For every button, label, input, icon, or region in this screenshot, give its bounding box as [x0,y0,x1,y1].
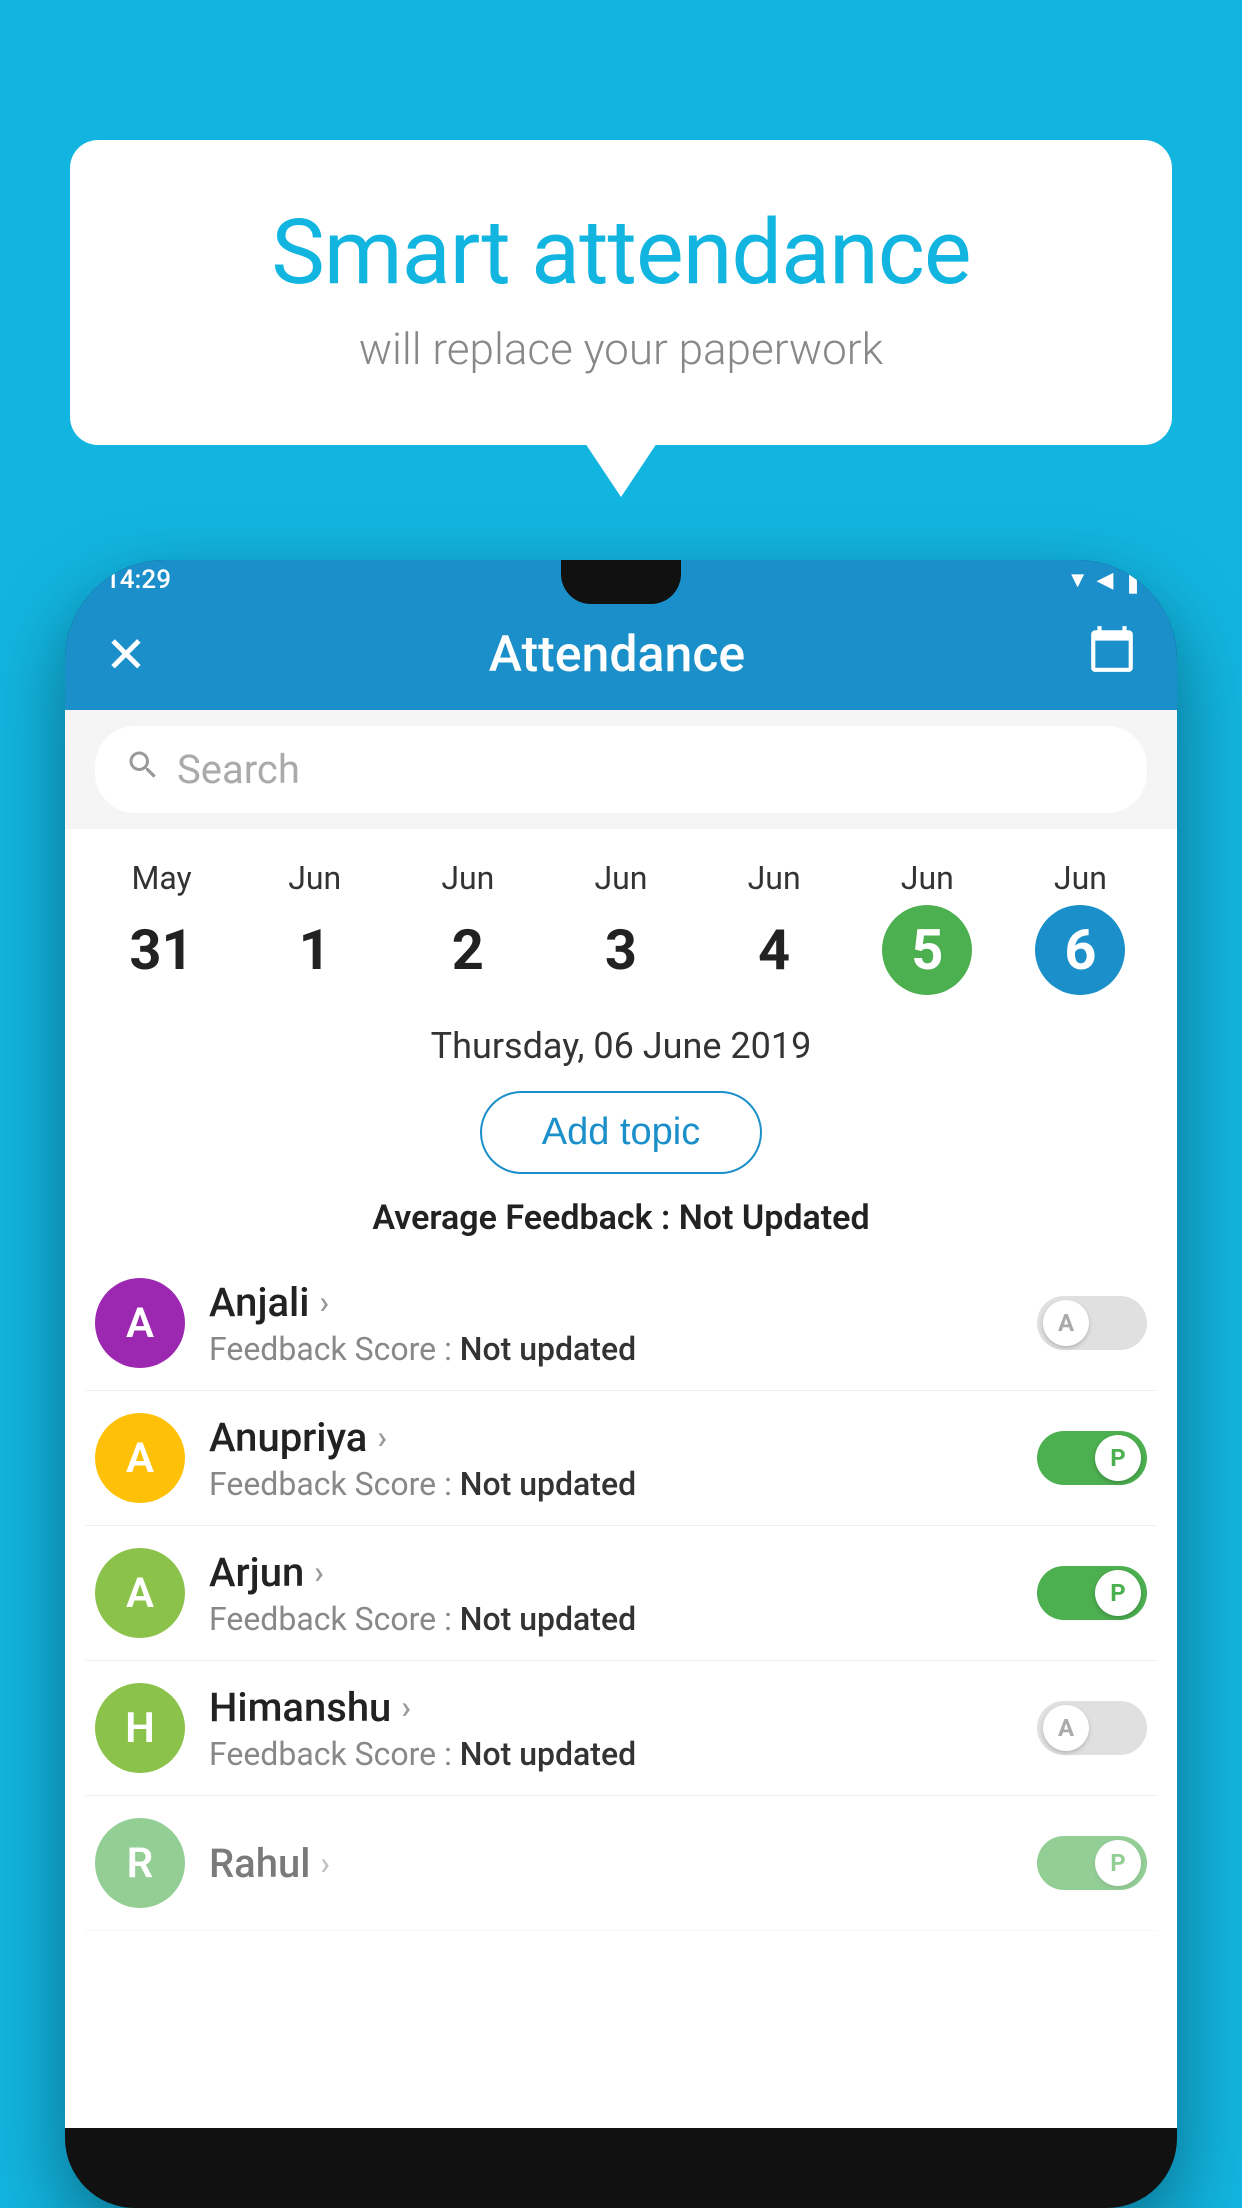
student-feedback-anjali: Feedback Score : Not updated [209,1330,1013,1368]
avatar-arjun: A [95,1548,185,1638]
speech-bubble: Smart attendance will replace your paper… [70,140,1172,445]
calendar-icon[interactable] [1087,624,1137,687]
selected-date: Thursday, 06 June 2019 [65,1005,1177,1081]
student-info-himanshu: Himanshu › Feedback Score : Not updated [209,1684,1013,1773]
chevron-right-icon: › [319,1283,329,1321]
app-bar: ✕ Attendance [65,600,1177,710]
avatar-rahul: R [95,1818,185,1908]
student-feedback-anupriya: Feedback Score : Not updated [209,1465,1013,1503]
calendar-row: May 31 Jun 1 Jun 2 Jun 3 Jun 4 [65,829,1177,1005]
student-info-anupriya: Anupriya › Feedback Score : Not updated [209,1414,1013,1503]
student-name-arjun: Arjun › [209,1549,1013,1596]
signal-icon: ◀ [1096,568,1113,593]
battery-icon: ▐ [1121,567,1137,593]
wifi-icon: ▼ [1067,567,1089,593]
phone-content: Search May 31 Jun 1 Jun 2 Jun [65,710,1177,2128]
search-bar-container: Search [65,710,1177,829]
search-icon [125,747,161,792]
cal-item-jun1[interactable]: Jun 1 [270,859,360,995]
cal-item-may31[interactable]: May 31 [117,859,207,995]
cal-item-jun2[interactable]: Jun 2 [423,859,513,995]
status-time: 14:29 [105,565,171,595]
avatar-anupriya: A [95,1413,185,1503]
student-item-anupriya[interactable]: A Anupriya › Feedback Score : Not update… [85,1391,1157,1526]
student-name-anjali: Anjali › [209,1279,1013,1326]
avatar-himanshu: H [95,1683,185,1773]
cal-item-jun5[interactable]: Jun 5 [882,859,972,995]
student-name-anupriya: Anupriya › [209,1414,1013,1461]
add-topic-button[interactable]: Add topic [480,1091,762,1174]
toggle-anjali[interactable]: A [1037,1296,1147,1350]
chevron-right-icon: › [314,1553,324,1591]
status-icons: ▼ ◀ ▐ [1067,567,1137,593]
app-bar-title: Attendance [489,626,746,684]
toggle-himanshu[interactable]: A [1037,1701,1147,1755]
toggle-rahul[interactable]: P [1037,1836,1147,1890]
bubble-subtext: will replace your paperwork [150,323,1092,375]
student-info-rahul: Rahul › [209,1840,1013,1887]
avg-feedback-label: Average Feedback : [372,1198,678,1238]
student-feedback-himanshu: Feedback Score : Not updated [209,1735,1013,1773]
student-item-arjun[interactable]: A Arjun › Feedback Score : Not updated P [85,1526,1157,1661]
search-bar[interactable]: Search [95,726,1147,813]
toggle-arjun[interactable]: P [1037,1566,1147,1620]
bubble-heading: Smart attendance [150,200,1092,305]
phone-notch [561,560,681,604]
avatar-anjali: A [95,1278,185,1368]
avg-feedback: Average Feedback : Not Updated [65,1192,1177,1256]
cal-item-jun6[interactable]: Jun 6 [1035,859,1125,995]
background: Smart attendance will replace your paper… [0,0,1242,2208]
phone-frame: 14:29 ▼ ◀ ▐ ✕ Attendance [65,560,1177,2208]
speech-bubble-container: Smart attendance will replace your paper… [70,140,1172,445]
student-info-anjali: Anjali › Feedback Score : Not updated [209,1279,1013,1368]
chevron-right-icon: › [377,1418,387,1456]
student-name-himanshu: Himanshu › [209,1684,1013,1731]
student-item-anjali[interactable]: A Anjali › Feedback Score : Not updated … [85,1256,1157,1391]
search-input[interactable]: Search [177,746,300,793]
chevron-right-icon: › [401,1688,411,1726]
student-list: A Anjali › Feedback Score : Not updated … [65,1256,1177,1931]
toggle-anupriya[interactable]: P [1037,1431,1147,1485]
cal-item-jun3[interactable]: Jun 3 [576,859,666,995]
student-name-rahul: Rahul › [209,1840,1013,1887]
close-button[interactable]: ✕ [105,626,147,685]
student-feedback-arjun: Feedback Score : Not updated [209,1600,1013,1638]
avg-feedback-value: Not Updated [679,1198,870,1238]
student-item-rahul[interactable]: R Rahul › P [85,1796,1157,1931]
student-item-himanshu[interactable]: H Himanshu › Feedback Score : Not update… [85,1661,1157,1796]
add-topic-container: Add topic [65,1081,1177,1192]
cal-item-jun4[interactable]: Jun 4 [729,859,819,995]
chevron-right-icon: › [320,1844,330,1882]
student-info-arjun: Arjun › Feedback Score : Not updated [209,1549,1013,1638]
